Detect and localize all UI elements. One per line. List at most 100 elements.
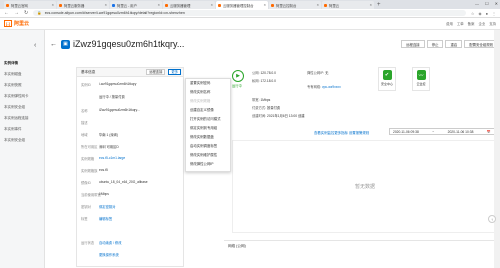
page-title: iZwz91gqesu0zm6h1tkqry...	[73, 39, 185, 49]
maximize-icon[interactable]: ☐	[485, 1, 489, 6]
close-icon[interactable]: ✕	[104, 3, 107, 7]
top-link[interactable]: 支持	[489, 21, 496, 26]
shield-icon: ✔	[382, 70, 392, 80]
more-button[interactable]: 更多	[168, 69, 181, 75]
browser-tab-active[interactable]: 云服务器管理控制台 ✕	[216, 1, 268, 9]
info-row: 更换操作系统	[99, 253, 119, 257]
sidebar-item[interactable]: 本实例快照	[4, 83, 22, 88]
tab-favicon-icon	[271, 3, 274, 7]
sidebar-item[interactable]: 本实例磁盘	[4, 72, 22, 77]
profile-icon[interactable]: ●	[486, 11, 488, 16]
network-section-header: 网络 (公网)	[224, 240, 498, 252]
sidebar-item[interactable]: 本实例弹性网卡	[4, 94, 29, 99]
instance-icon: ▣	[61, 39, 70, 49]
security-center-card[interactable]: ✔ 安全中心	[378, 67, 396, 91]
scroll-to-top-icon[interactable]: ↑	[488, 215, 496, 223]
status-field: 带宽: 1Mbps	[252, 98, 271, 102]
tab-favicon-icon	[324, 3, 327, 7]
tab-favicon-icon	[218, 3, 221, 7]
back-icon[interactable]: ←	[4, 10, 9, 16]
sidebar-heading[interactable]: 实例详情	[4, 61, 18, 66]
menu-item[interactable]: 重置实例密码	[186, 79, 230, 88]
status-field: 公网: 120.78.0.0	[252, 71, 277, 75]
info-row: 运行状态 自动续费 / 修改	[81, 241, 122, 245]
tab-favicon-icon	[59, 3, 62, 7]
security-group-rules-button[interactable]: 配置安全组规则	[464, 40, 498, 48]
menu-item[interactable]: 绑定实例到专用组	[186, 124, 230, 133]
url-field[interactable]: 🔒 ecs.console.aliyun.com/#/server/i-wz91…	[33, 10, 466, 16]
cloud-monitor-card[interactable]: 〰 云监控	[412, 67, 430, 91]
menu-item[interactable]: 创建自定义镜像	[186, 106, 230, 115]
sidebar-item[interactable]: 本实例安全组	[4, 105, 25, 110]
menu-icon[interactable]: ⋮	[492, 11, 496, 16]
menu-item[interactable]: 修改实例名称	[186, 88, 230, 97]
extension-icon[interactable]: ◈	[479, 11, 482, 16]
close-icon[interactable]: ✕	[51, 3, 54, 7]
top-link[interactable]: 备案	[468, 21, 475, 26]
menu-item[interactable]: 修改实例数据盘	[186, 133, 230, 142]
sidebar-item[interactable]: 本实例远程连接	[4, 116, 29, 121]
tab-favicon-icon	[112, 3, 115, 7]
menu-item-disabled: 修改实例规格	[190, 99, 211, 103]
remote-connect-button[interactable]: 远程连接	[401, 40, 425, 48]
menu-item[interactable]: 打开实例的访问模式	[186, 115, 230, 124]
forward-icon[interactable]: →	[14, 10, 19, 16]
instance-status-panel: ▶ 运行中 公网: 120.78.0.0 私网: 172.18.0.0 弹性公网…	[232, 67, 364, 125]
date-range-picker[interactable]: 2020-11-06 09:38 ~ 2020-11-06 10:38 📅	[389, 128, 495, 135]
status-field: 专有网络: vpc-wz9xxxx	[307, 85, 341, 89]
menu-item[interactable]: 启动实例调度标签	[186, 142, 230, 151]
browser-tab-bar: 阿里云官网 ✕ 阿里云服务器 ✕ 阿里云 - 用户 ✕ 云服务器管理 ✕ 云服务器管理控…	[0, 0, 500, 9]
info-row: 地域 华南 1 (深圳)	[81, 133, 119, 137]
sidebar: ‹ 实例详情 本实例磁盘 本实例快照 本实例弹性网卡 本实例安全组 本实例远程连…	[0, 30, 45, 268]
back-arrow-icon[interactable]: ←	[50, 41, 57, 48]
star-icon[interactable]: ☆	[471, 11, 475, 16]
status-field: 付费方式: 按量付费	[252, 106, 281, 110]
basic-info-card: 基本信息 远程连接 更多 实例ID i-wz91gqesu0zm6h1tkqry …	[76, 67, 184, 267]
browser-tab[interactable]: 云服务器管理 ✕	[163, 1, 215, 9]
calendar-icon: 📅	[486, 129, 491, 134]
restart-button[interactable]: 重启	[445, 40, 463, 48]
remote-connect-link[interactable]: 远程连接	[146, 69, 166, 75]
info-row: 运行中 / 按量付费	[99, 95, 125, 99]
monitor-more-link[interactable]: 查看实例监控更多指标 设置报警规则	[314, 130, 369, 135]
new-tab-icon[interactable]: +	[377, 1, 381, 9]
sidebar-item[interactable]: 本实例事件	[4, 127, 22, 132]
info-row: 标签 编辑标签	[81, 217, 113, 221]
console-header: [-] 阿里云 费用 工单 备案 企业 支持	[0, 18, 500, 30]
info-row: 实例规格 ecs.t5-c1m1.large	[81, 156, 126, 161]
sidebar-item[interactable]: 本实例安全组	[4, 138, 25, 143]
top-link[interactable]: 费用	[446, 21, 453, 26]
info-row: 名称 iZwz91gqesu0zm6h1tkqry...	[81, 108, 140, 113]
logo-box: [-]	[4, 20, 12, 27]
browser-tab[interactable]: 阿里云服务器 ✕	[57, 1, 109, 9]
empty-state-text: 暂无数据	[354, 184, 375, 190]
collapse-icon[interactable]: ‹	[34, 42, 36, 49]
top-link[interactable]: 工单	[457, 21, 464, 26]
status-field: 私网: 172.18.0.0	[252, 79, 277, 83]
close-icon[interactable]: ✕	[369, 3, 372, 7]
close-icon[interactable]: ✕	[210, 3, 213, 7]
top-link[interactable]: 企业	[478, 21, 485, 26]
address-bar: ← → ↻ 🔒 ecs.console.aliyun.com/#/server/…	[0, 9, 500, 18]
close-icon[interactable]: ✕	[263, 3, 266, 7]
browser-tab[interactable]: 阿里云官网 ✕	[4, 1, 56, 9]
info-row: 密钥对 绑定密钥对	[81, 205, 116, 209]
stop-button[interactable]: 停止	[426, 40, 444, 48]
monitor-header: 查看实例监控更多指标 设置报警规则 2020-11-06 09:38 ~ 202…	[232, 127, 498, 137]
close-icon[interactable]: ✕	[316, 3, 319, 7]
aliyun-logo[interactable]: [-] 阿里云	[4, 20, 29, 27]
more-dropdown-menu: 重置实例密码 修改实例名称 修改实例规格 创建自定义镜像 打开实例的访问模式 绑…	[185, 78, 231, 172]
close-icon[interactable]: ✕	[157, 3, 160, 7]
scrollbar[interactable]	[494, 30, 500, 268]
close-window-icon[interactable]: ✕	[495, 1, 498, 6]
browser-tab[interactable]: 阿里云 ✕	[322, 1, 374, 9]
browser-tab[interactable]: 阿里云 - 用户 ✕	[110, 1, 162, 9]
status-text: 运行中	[232, 84, 242, 88]
info-row: 实例规格族 ecs.t5	[81, 168, 108, 173]
window-controls: — ☐ ✕	[475, 1, 498, 6]
menu-item[interactable]: 修改弹性公网IP	[186, 160, 230, 169]
reload-icon[interactable]: ↻	[24, 10, 28, 16]
menu-item[interactable]: 修改实例维护属性	[186, 151, 230, 160]
browser-tab[interactable]: 阿里云控制台 ✕	[269, 1, 321, 9]
minimize-icon[interactable]: —	[475, 1, 479, 6]
